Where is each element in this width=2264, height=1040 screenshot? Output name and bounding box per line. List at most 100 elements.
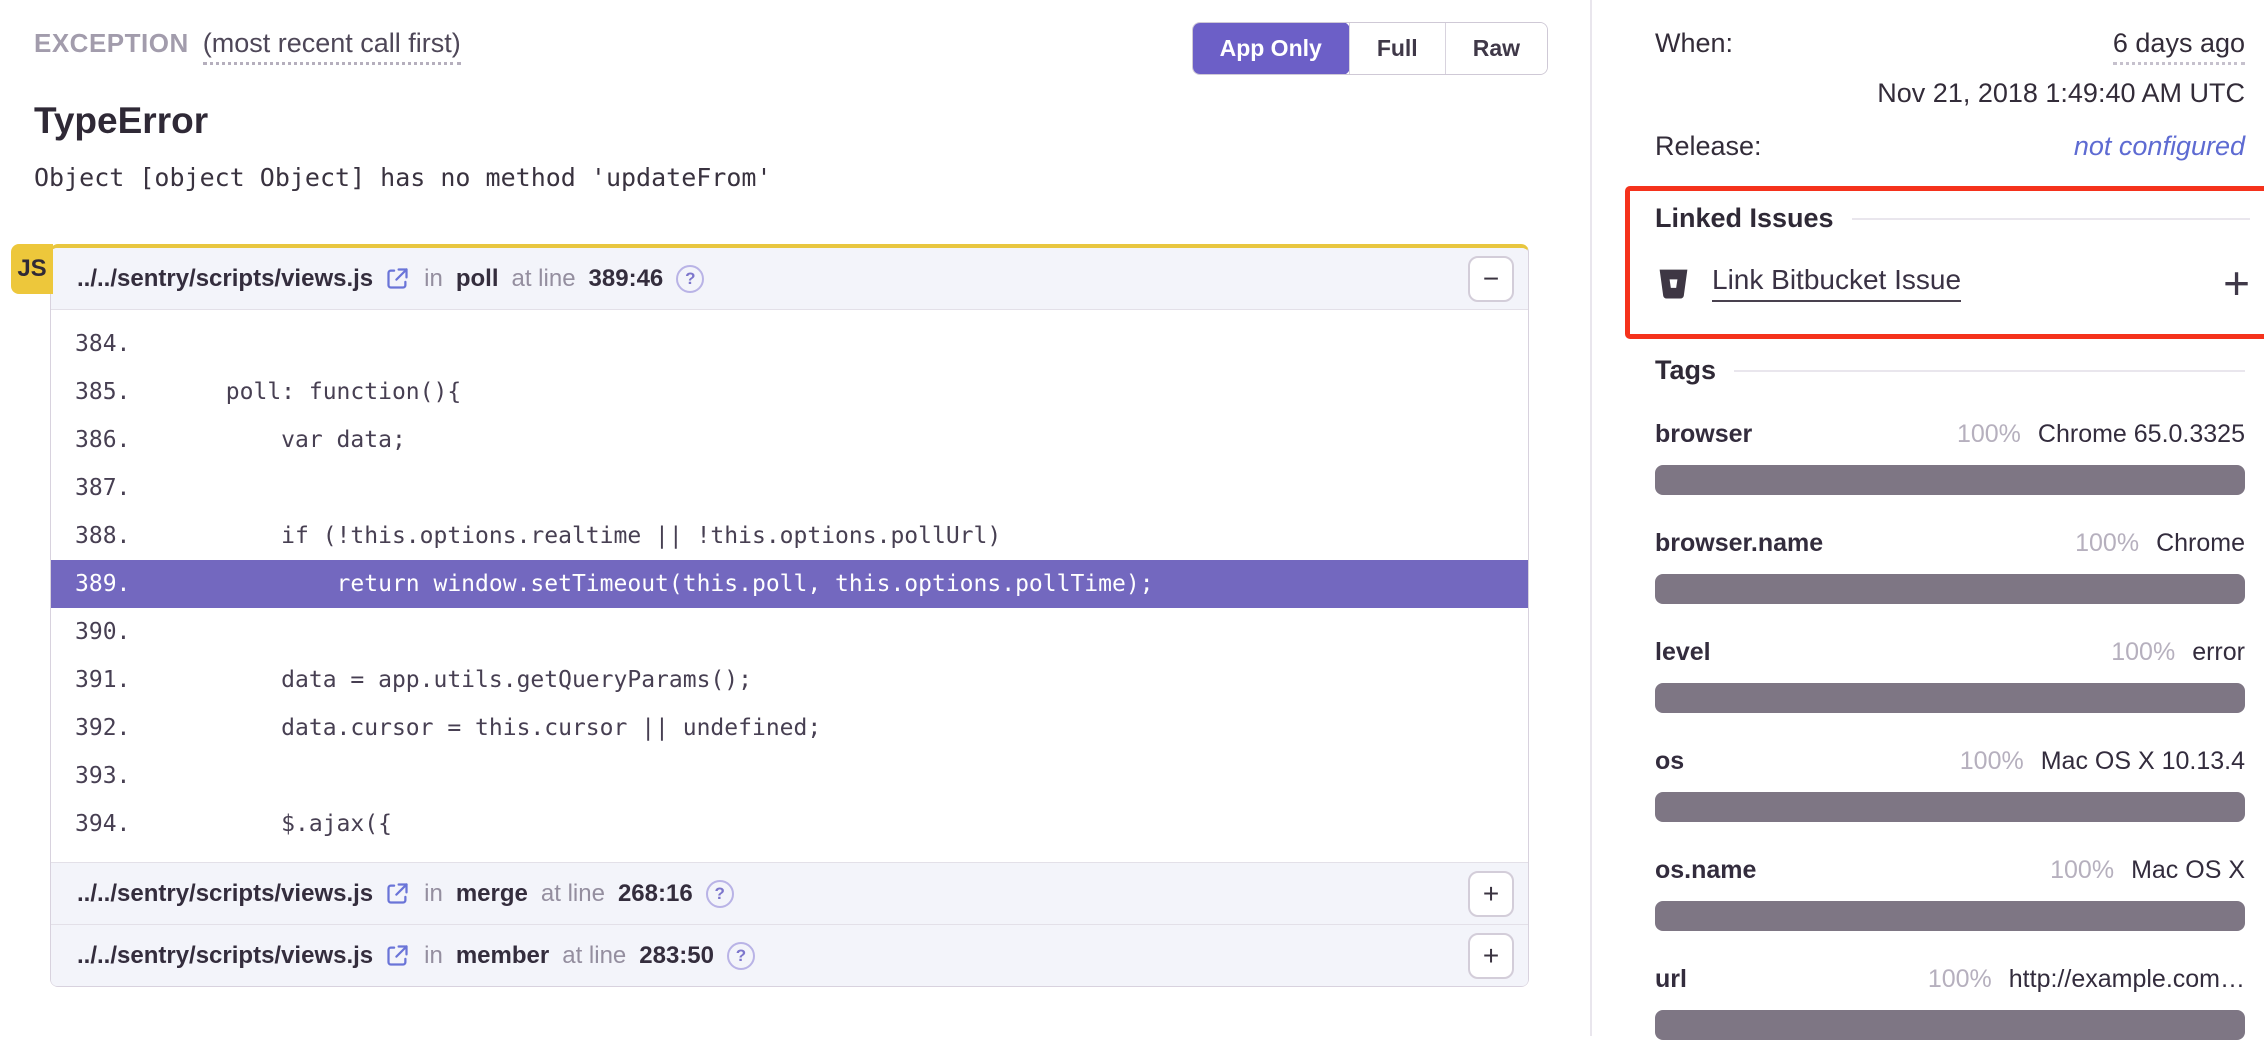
tag-item-level: level 100% error	[1655, 638, 2245, 713]
code-line-384: 384.	[51, 320, 1528, 368]
exception-header: EXCEPTION (most recent call first)	[34, 28, 461, 65]
toggle-raw-button[interactable]: Raw	[1445, 23, 1547, 74]
exception-panel: EXCEPTION (most recent call first) App O…	[0, 0, 1590, 1036]
line-code: data.cursor = this.cursor || undefined;	[115, 715, 821, 741]
stack-frame-header-merge[interactable]: ../../sentry/scripts/views.js in merge a…	[51, 862, 1528, 924]
tags-header: Tags	[1655, 355, 2245, 386]
frame-line-number: 389:46	[589, 265, 664, 293]
expand-frame-button[interactable]: +	[1468, 933, 1514, 979]
tag-key[interactable]: url	[1655, 965, 1687, 994]
link-bitbucket-issue-row[interactable]: Link Bitbucket Issue +	[1655, 260, 2250, 306]
line-number: 388.	[51, 523, 115, 549]
line-code: data = app.utils.getQueryParams();	[115, 667, 752, 693]
toggle-app-only-button[interactable]: App Only	[1192, 22, 1350, 75]
tag-item-url: url 100% http://example.com…	[1655, 965, 2245, 1040]
line-number: 387.	[51, 475, 115, 501]
tag-value: Mac OS X 10.13.4	[2041, 747, 2245, 776]
code-context: 384. 385. poll: function(){ 386. var dat…	[51, 310, 1528, 862]
release-not-configured-link[interactable]: not configured	[2074, 131, 2245, 162]
line-number: 391.	[51, 667, 115, 693]
frame-file-path[interactable]: ../../sentry/scripts/views.js	[77, 880, 373, 908]
error-message: Object [object Object] has no method 'up…	[34, 163, 772, 192]
frame-in-word: in	[424, 880, 443, 908]
line-number: 390.	[51, 619, 115, 645]
frame-file-path[interactable]: ../../sentry/scripts/views.js	[77, 265, 373, 293]
stacktrace-container: JS ../../sentry/scripts/views.js in poll…	[50, 244, 1529, 987]
exception-order-hint[interactable]: (most recent call first)	[203, 28, 461, 65]
tag-key[interactable]: os.name	[1655, 856, 1756, 885]
line-code: if (!this.options.realtime || !this.opti…	[115, 523, 1001, 549]
tag-value: http://example.com…	[2009, 965, 2245, 994]
frame-line-number: 268:16	[618, 880, 693, 908]
link-bitbucket-issue-link[interactable]: Link Bitbucket Issue	[1712, 264, 1961, 302]
collapse-frame-button[interactable]: −	[1468, 256, 1514, 302]
toggle-full-button[interactable]: Full	[1349, 23, 1445, 74]
code-line-388: 388. if (!this.options.realtime || !this…	[51, 512, 1528, 560]
tag-key[interactable]: browser.name	[1655, 529, 1823, 558]
tag-value: Chrome	[2156, 529, 2245, 558]
line-number: 385.	[51, 379, 115, 405]
help-icon[interactable]: ?	[676, 265, 704, 293]
tag-distribution-bar	[1655, 683, 2245, 713]
external-link-icon[interactable]	[384, 880, 411, 907]
when-absolute-time: Nov 21, 2018 1:49:40 AM UTC	[1655, 78, 2245, 109]
code-line-392: 392. data.cursor = this.cursor || undefi…	[51, 704, 1528, 752]
tag-key[interactable]: level	[1655, 638, 1711, 667]
line-number: 392.	[51, 715, 115, 741]
stacktrace-view-toggle: App Only Full Raw	[1192, 22, 1548, 75]
code-line-393: 393.	[51, 752, 1528, 800]
frame-line-number: 283:50	[639, 942, 714, 970]
line-code: var data;	[115, 427, 406, 453]
frame-function-name: poll	[456, 265, 499, 293]
linked-issues-annotation-box: Linked Issues Link Bitbucket Issue +	[1625, 186, 2264, 339]
code-line-390: 390.	[51, 608, 1528, 656]
frame-in-word: in	[424, 265, 443, 293]
line-code: $.ajax({	[115, 811, 392, 837]
release-label: Release:	[1655, 131, 1762, 162]
frame-in-word: in	[424, 942, 443, 970]
stack-frame-header-poll[interactable]: ../../sentry/scripts/views.js in poll at…	[51, 248, 1528, 310]
tags-section: Tags browser 100% Chrome 65.0.3325 brows…	[1655, 355, 2245, 1040]
event-details-sidebar: When: 6 days ago Nov 21, 2018 1:49:40 AM…	[1590, 0, 2264, 1036]
code-line-394: 394. $.ajax({	[51, 800, 1528, 848]
section-divider	[1734, 370, 2245, 372]
frame-function-name: member	[456, 942, 549, 970]
expand-frame-button[interactable]: +	[1468, 871, 1514, 917]
frame-function-name: merge	[456, 880, 528, 908]
help-icon[interactable]: ?	[706, 880, 734, 908]
frame-atline-word: at line	[562, 942, 626, 970]
tag-value: error	[2192, 638, 2245, 667]
help-icon[interactable]: ?	[727, 942, 755, 970]
tag-distribution-bar	[1655, 574, 2245, 604]
line-number: 389.	[51, 571, 115, 597]
when-label: When:	[1655, 28, 1733, 59]
tag-distribution-bar	[1655, 901, 2245, 931]
tag-item-os-name: os.name 100% Mac OS X	[1655, 856, 2245, 931]
bitbucket-icon	[1655, 265, 1692, 302]
line-number: 386.	[51, 427, 115, 453]
tag-item-browser: browser 100% Chrome 65.0.3325	[1655, 420, 2245, 495]
release-row: Release: not configured	[1655, 131, 2245, 162]
tag-value: Chrome 65.0.3325	[2038, 420, 2245, 449]
tag-percent: 100%	[2050, 856, 2114, 885]
frame-file-path[interactable]: ../../sentry/scripts/views.js	[77, 942, 373, 970]
language-badge: JS	[11, 244, 53, 294]
tag-key[interactable]: browser	[1655, 420, 1752, 449]
frame-atline-word: at line	[541, 880, 605, 908]
stack-frame-header-member[interactable]: ../../sentry/scripts/views.js in member …	[51, 924, 1528, 986]
add-linked-issue-button[interactable]: +	[2223, 260, 2250, 306]
tag-percent: 100%	[1960, 747, 2024, 776]
tag-value: Mac OS X	[2131, 856, 2245, 885]
when-relative-time[interactable]: 6 days ago	[2113, 28, 2245, 65]
code-line-391: 391. data = app.utils.getQueryParams();	[51, 656, 1528, 704]
external-link-icon[interactable]	[384, 265, 411, 292]
code-line-389-crash-line: 389. return window.setTimeout(this.poll,…	[51, 560, 1528, 608]
external-link-icon[interactable]	[384, 942, 411, 969]
code-line-385: 385. poll: function(){	[51, 368, 1528, 416]
line-code: poll: function(){	[115, 379, 461, 405]
tag-item-browser-name: browser.name 100% Chrome	[1655, 529, 2245, 604]
when-row: When: 6 days ago	[1655, 28, 2245, 65]
tag-key[interactable]: os	[1655, 747, 1684, 776]
line-number: 384.	[51, 331, 115, 357]
line-number: 394.	[51, 811, 115, 837]
